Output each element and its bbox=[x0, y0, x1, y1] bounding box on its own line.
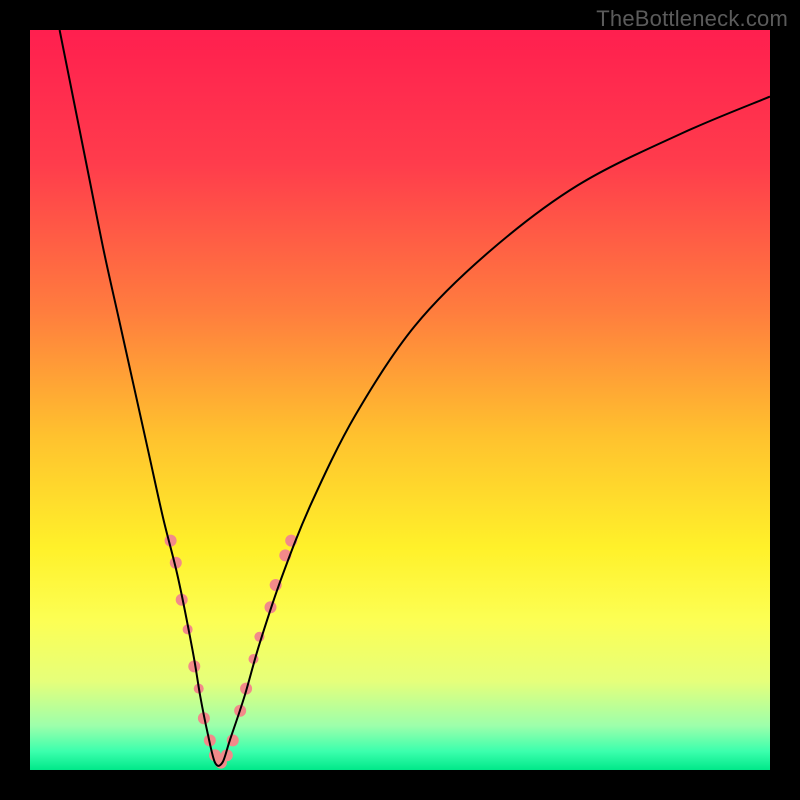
chart-svg bbox=[30, 30, 770, 770]
markers-group bbox=[165, 535, 298, 769]
chart-frame: TheBottleneck.com bbox=[0, 0, 800, 800]
watermark-text: TheBottleneck.com bbox=[596, 6, 788, 32]
bottleneck-curve bbox=[60, 30, 770, 766]
plot-area bbox=[30, 30, 770, 770]
